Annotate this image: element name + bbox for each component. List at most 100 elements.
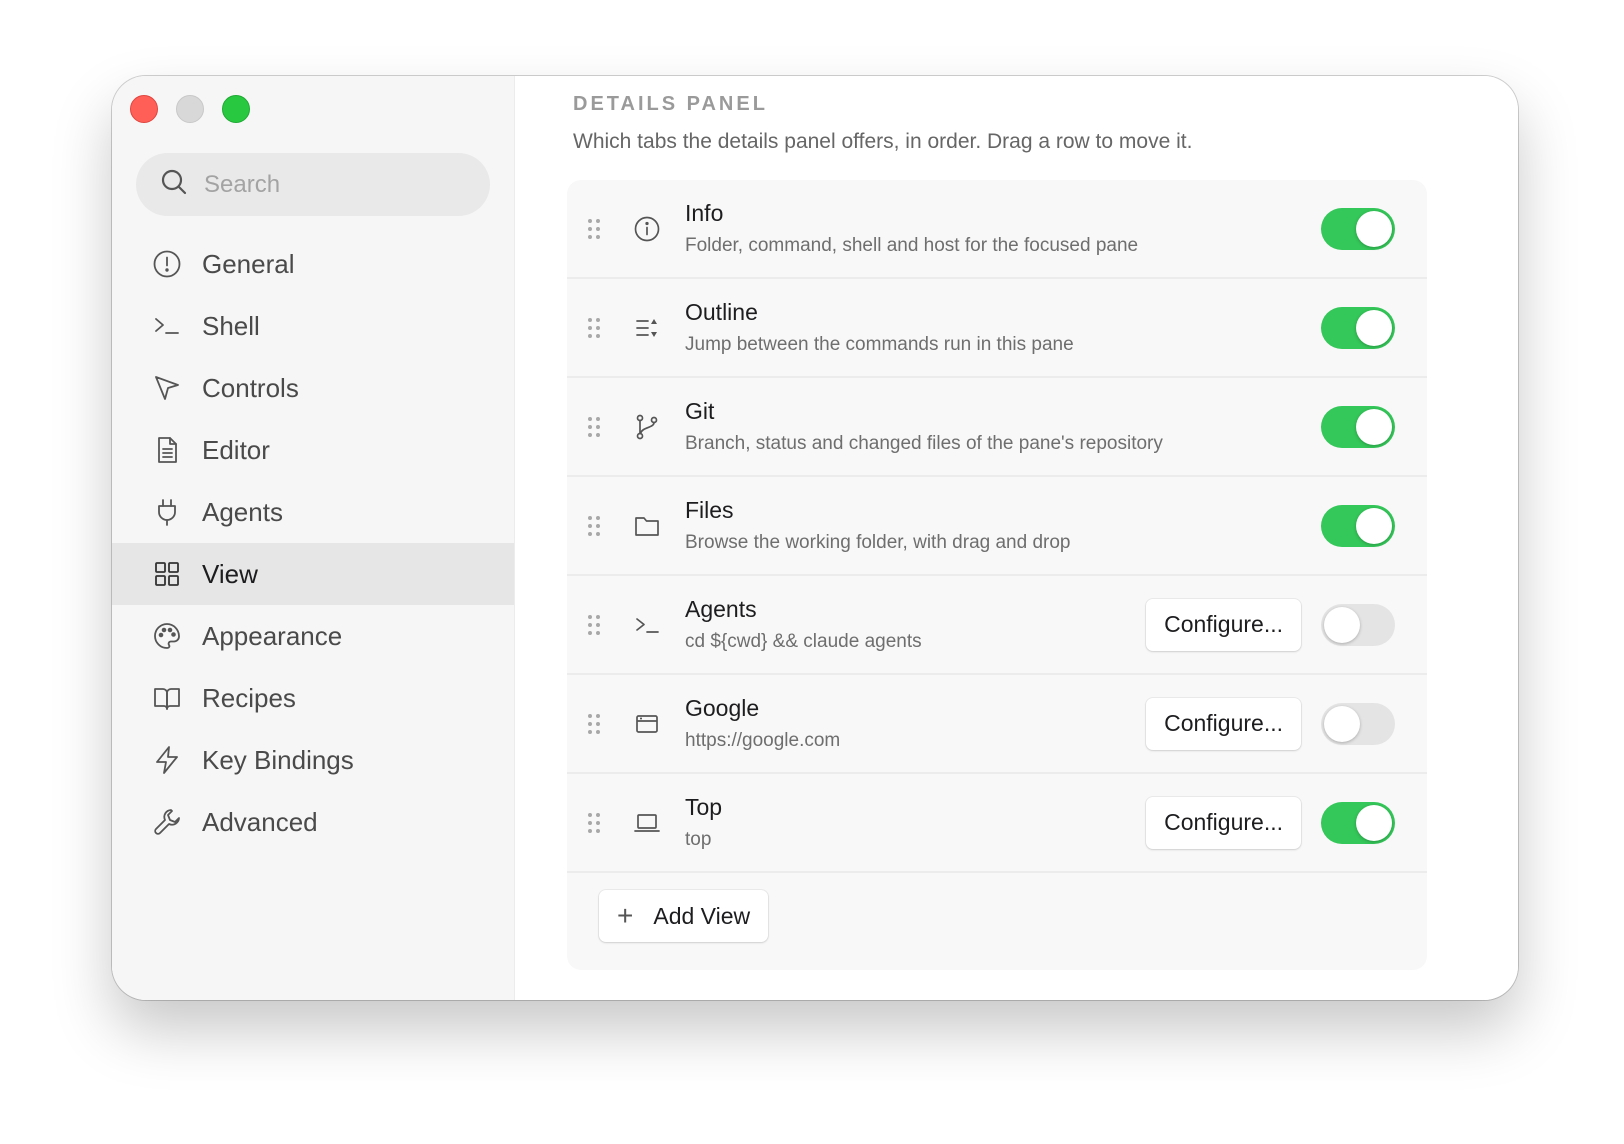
row-text: Files Browse the working folder, with dr… bbox=[685, 495, 1071, 555]
sidebar-item-key-bindings[interactable]: Key Bindings bbox=[112, 729, 514, 791]
sidebar-item-shell[interactable]: Shell bbox=[112, 295, 514, 357]
row-title: Top bbox=[685, 794, 723, 820]
sidebar-item-advanced[interactable]: Advanced bbox=[112, 791, 514, 853]
drag-handle-icon[interactable] bbox=[588, 515, 600, 536]
drag-handle-icon[interactable] bbox=[588, 416, 600, 437]
minimize-window-button[interactable] bbox=[176, 95, 204, 123]
list-item[interactable]: Git Branch, status and changed files of … bbox=[567, 378, 1427, 477]
browser-window-icon bbox=[633, 710, 661, 738]
sidebar-item-label: Advanced bbox=[202, 806, 318, 837]
grid-icon bbox=[152, 559, 182, 589]
row-subtitle: https://google.com bbox=[685, 730, 841, 751]
list-item[interactable]: Files Browse the working folder, with dr… bbox=[567, 477, 1427, 576]
drag-handle-icon[interactable] bbox=[588, 317, 600, 338]
maximize-window-button[interactable] bbox=[222, 95, 250, 123]
row-title: Agents bbox=[685, 596, 757, 622]
sidebar-nav: General Shell Controls Editor Agents Vie… bbox=[112, 233, 514, 853]
lightning-icon bbox=[152, 745, 182, 775]
sidebar-item-appearance[interactable]: Appearance bbox=[112, 605, 514, 667]
toggle-knob bbox=[1324, 705, 1360, 742]
drag-handle-icon[interactable] bbox=[588, 218, 600, 239]
list-item[interactable]: Info Folder, command, shell and host for… bbox=[567, 180, 1427, 279]
sidebar-item-label: General bbox=[202, 248, 295, 279]
row-text: Outline Jump between the commands run in… bbox=[685, 297, 1074, 357]
toggle-knob bbox=[1324, 606, 1360, 643]
configure-button[interactable]: Configure... bbox=[1146, 697, 1301, 750]
sidebar-item-label: View bbox=[202, 558, 258, 589]
terminal-prompt-icon bbox=[633, 611, 661, 639]
drag-handle-icon[interactable] bbox=[588, 713, 600, 734]
info-circle-icon bbox=[152, 249, 182, 279]
cursor-arrow-icon bbox=[152, 373, 182, 403]
sidebar-item-controls[interactable]: Controls bbox=[112, 357, 514, 419]
sidebar-item-agents[interactable]: Agents bbox=[112, 481, 514, 543]
add-view-button[interactable]: + Add View bbox=[599, 890, 769, 942]
toggle-knob bbox=[1356, 210, 1392, 247]
terminal-prompt-icon bbox=[152, 311, 182, 341]
close-window-button[interactable] bbox=[130, 95, 158, 123]
drag-handle-icon[interactable] bbox=[588, 614, 600, 635]
main-content: DETAILS PANEL Which tabs the details pan… bbox=[515, 76, 1518, 1000]
sidebar-item-label: Agents bbox=[202, 496, 283, 527]
sidebar-item-label: Controls bbox=[202, 372, 299, 403]
configure-button[interactable]: Configure... bbox=[1146, 796, 1301, 849]
search-box[interactable] bbox=[136, 153, 490, 216]
row-subtitle: Folder, command, shell and host for the … bbox=[685, 235, 1139, 256]
row-subtitle: Branch, status and changed files of the … bbox=[685, 433, 1163, 454]
palette-icon bbox=[152, 621, 182, 651]
enable-toggle[interactable] bbox=[1321, 603, 1395, 646]
enable-toggle[interactable] bbox=[1321, 306, 1395, 349]
list-item[interactable]: Outline Jump between the commands run in… bbox=[567, 279, 1427, 378]
row-subtitle: cd ${cwd} && claude agents bbox=[685, 631, 922, 652]
toggle-knob bbox=[1356, 408, 1392, 445]
sidebar-item-label: Recipes bbox=[202, 682, 296, 713]
details-panel-list: Info Folder, command, shell and host for… bbox=[567, 180, 1427, 970]
drag-handle-icon[interactable] bbox=[588, 812, 600, 833]
section-description: Which tabs the details panel offers, in … bbox=[573, 130, 1193, 153]
sidebar-item-view[interactable]: View bbox=[112, 543, 514, 605]
sidebar-item-label: Editor bbox=[202, 434, 270, 465]
document-icon bbox=[152, 435, 182, 465]
list-item[interactable]: Top top Configure... bbox=[567, 774, 1427, 873]
row-title: Git bbox=[685, 398, 715, 424]
row-text: Agents cd ${cwd} && claude agents bbox=[685, 594, 922, 654]
folder-icon bbox=[633, 512, 661, 540]
wrench-icon bbox=[152, 807, 182, 837]
row-title: Outline bbox=[685, 299, 758, 325]
sidebar-item-editor[interactable]: Editor bbox=[112, 419, 514, 481]
configure-button[interactable]: Configure... bbox=[1146, 598, 1301, 651]
toggle-knob bbox=[1356, 309, 1392, 346]
row-title: Google bbox=[685, 695, 760, 721]
sidebar-item-label: Shell bbox=[202, 310, 260, 341]
enable-toggle[interactable] bbox=[1321, 801, 1395, 844]
sidebar-item-recipes[interactable]: Recipes bbox=[112, 667, 514, 729]
settings-window: General Shell Controls Editor bbox=[112, 76, 1518, 1000]
sidebar-item-label: Key Bindings bbox=[202, 744, 354, 775]
list-item[interactable]: Google https://google.com Configure... bbox=[567, 675, 1427, 774]
row-text: Git Branch, status and changed files of … bbox=[685, 396, 1163, 456]
enable-toggle[interactable] bbox=[1321, 702, 1395, 745]
row-subtitle: Jump between the commands run in this pa… bbox=[685, 334, 1074, 355]
plug-icon bbox=[152, 497, 182, 527]
sidebar-item-label: Appearance bbox=[202, 620, 343, 651]
laptop-icon bbox=[633, 809, 661, 837]
add-view-label: Add View bbox=[653, 902, 751, 929]
row-title: Files bbox=[685, 497, 734, 523]
window-controls bbox=[130, 95, 250, 123]
search-input[interactable] bbox=[202, 169, 486, 200]
toggle-knob bbox=[1356, 507, 1392, 544]
list-item[interactable]: Agents cd ${cwd} && claude agents Config… bbox=[567, 576, 1427, 675]
enable-toggle[interactable] bbox=[1321, 504, 1395, 547]
toggle-knob bbox=[1356, 804, 1392, 841]
row-text: Top top bbox=[685, 792, 722, 852]
row-title: Info bbox=[685, 200, 724, 226]
info-icon bbox=[633, 215, 661, 243]
search-icon bbox=[160, 168, 188, 201]
outline-list-icon bbox=[633, 314, 661, 342]
enable-toggle[interactable] bbox=[1321, 405, 1395, 448]
sidebar-item-general[interactable]: General bbox=[112, 233, 514, 295]
section-title: DETAILS PANEL bbox=[573, 93, 768, 115]
enable-toggle[interactable] bbox=[1321, 207, 1395, 250]
git-branch-icon bbox=[633, 413, 661, 441]
book-icon bbox=[152, 683, 182, 713]
